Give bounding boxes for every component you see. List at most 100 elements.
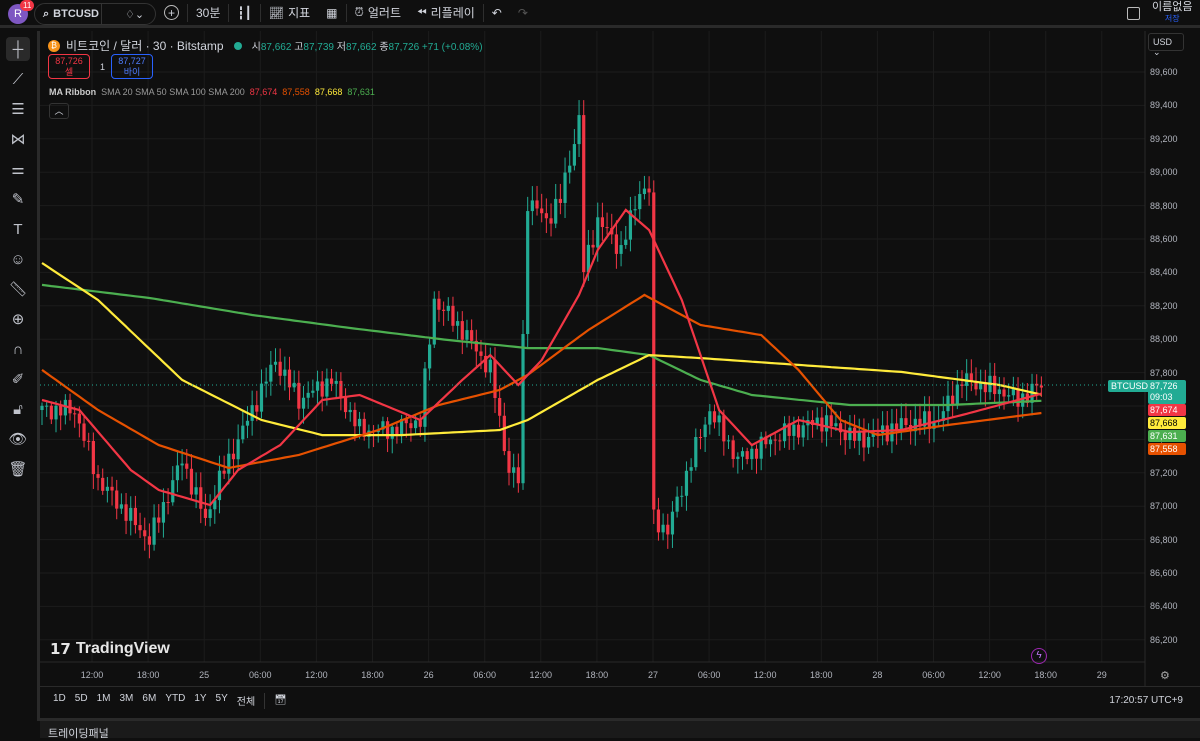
range-button[interactable]: 6M xyxy=(142,693,156,708)
close-label: 종 xyxy=(379,42,389,53)
range-button[interactable]: 3M xyxy=(120,693,134,708)
candle-body xyxy=(577,115,581,145)
candle-body xyxy=(59,405,63,416)
time-tick: 12:00 xyxy=(305,670,328,680)
candle-body xyxy=(712,411,717,423)
candle-body xyxy=(45,405,49,407)
candle-body xyxy=(311,390,315,393)
candle-body xyxy=(442,309,446,311)
candle-body xyxy=(353,409,357,427)
price-tick: 89,200 xyxy=(1150,133,1178,144)
time-tick: 12:00 xyxy=(529,670,553,680)
buy-price: 87,727 xyxy=(118,56,146,66)
ohlc-values: 시87,662 고87,739 저87,662 종87,726 +71 (+0.… xyxy=(252,38,483,53)
tradingview-watermark[interactable]: 𝟭𝟳 TradingView xyxy=(50,640,170,658)
low-value: 87,662 xyxy=(345,42,377,53)
candle-body xyxy=(451,305,455,326)
candle-body xyxy=(357,418,362,427)
buy-label: 바이 xyxy=(123,67,141,77)
time-tick: 12:00 xyxy=(80,670,104,680)
price-tick: 86,200 xyxy=(1150,634,1178,645)
candle-body xyxy=(278,361,282,376)
candle-body xyxy=(680,495,684,497)
trading-panel-tab[interactable]: 트레이딩패널 xyxy=(48,725,109,741)
candle-body xyxy=(96,474,100,478)
candle-body xyxy=(824,415,829,432)
clock[interactable]: 17:20:57 UTC+9 xyxy=(1109,695,1183,706)
range-button[interactable]: YTD xyxy=(165,693,185,708)
candle-body xyxy=(329,378,334,384)
candle-body xyxy=(740,451,745,457)
candle-body xyxy=(101,477,105,491)
candle-body xyxy=(722,415,726,442)
candle-body xyxy=(273,361,278,365)
candle-body xyxy=(138,525,142,531)
calendar-icon[interactable]: 📅︎ xyxy=(274,695,287,706)
candle-body xyxy=(498,398,502,416)
buy-button[interactable]: 87,727 바이 xyxy=(111,54,153,79)
candle-body xyxy=(185,463,189,469)
tv-logo-icon: 𝟭𝟳 xyxy=(50,641,71,658)
bitcoin-icon: ₿ xyxy=(48,39,60,52)
ma-ribbon-legend[interactable]: MA Ribbon SMA 20 SMA 50 SMA 100 SMA 200 … xyxy=(49,87,375,97)
price-tick: 87,800 xyxy=(1150,367,1178,378)
ma-params: SMA 20 SMA 50 SMA 100 SMA 200 xyxy=(101,87,245,97)
range-button[interactable]: 5D xyxy=(75,693,88,708)
candle-body xyxy=(582,115,586,273)
candle-body xyxy=(829,415,833,427)
candle-body xyxy=(670,511,675,535)
last-price-badge: 87,726 09:03 xyxy=(1148,380,1186,404)
candle-body xyxy=(437,298,441,310)
candle-body xyxy=(675,496,679,512)
price-tick: 86,800 xyxy=(1150,534,1178,545)
candle-body xyxy=(633,209,637,211)
close-value: 87,726 xyxy=(388,42,420,53)
trading-panel: 트레이딩패널 xyxy=(40,718,1200,741)
price-tick: 89,000 xyxy=(1150,167,1178,178)
candle-body xyxy=(348,409,352,413)
axis-settings-icon[interactable]: ⚙ xyxy=(1160,669,1170,682)
price-tick: 89,600 xyxy=(1150,67,1178,77)
candle-body xyxy=(390,426,394,439)
candle-body xyxy=(409,423,413,429)
candle-body xyxy=(558,198,562,203)
symbol-title[interactable]: 비트코인 / 달러 · 30 · Bitstamp xyxy=(66,37,224,54)
candle-body xyxy=(269,364,273,382)
candle-body xyxy=(512,467,516,473)
candle-body xyxy=(591,244,595,248)
time-tick: 12:00 xyxy=(978,670,1001,680)
candle-body xyxy=(745,451,749,460)
currency-value: USD xyxy=(1153,37,1173,47)
candle-body xyxy=(544,213,548,219)
candle-body xyxy=(754,448,759,459)
candle-body xyxy=(535,200,539,209)
price-chart[interactable] xyxy=(0,0,1200,686)
candle-body xyxy=(428,344,432,369)
time-tick: 26 xyxy=(423,670,434,680)
sell-price: 87,726 xyxy=(55,56,83,66)
candle-body xyxy=(255,405,259,412)
candle-body xyxy=(40,405,44,411)
lightning-icon[interactable]: ϟ xyxy=(1031,648,1047,664)
sma20-value: 87,674 xyxy=(249,87,278,97)
divider xyxy=(264,692,266,709)
candle-body xyxy=(82,423,86,441)
range-button[interactable]: 1Y xyxy=(194,693,206,708)
ma-line-sma-200 xyxy=(41,283,1042,407)
sell-button[interactable]: 87,726 셀 xyxy=(48,54,90,79)
candle-body xyxy=(866,436,871,448)
price-tick: 89,400 xyxy=(1150,100,1178,111)
change-value: +71 (+0.08%) xyxy=(421,42,483,53)
range-button[interactable]: 5Y xyxy=(216,693,228,708)
currency-select[interactable]: USD ⌄ xyxy=(1148,33,1184,57)
candle-body xyxy=(666,524,670,535)
range-button[interactable]: 1D xyxy=(53,693,66,708)
candle-body xyxy=(306,392,310,398)
range-button[interactable]: 전체 xyxy=(237,693,255,708)
candle-body xyxy=(73,413,77,415)
candle-body xyxy=(157,517,161,523)
time-tick: 25 xyxy=(199,670,210,680)
collapse-legend-button[interactable]: ︿ xyxy=(49,103,69,119)
range-button[interactable]: 1M xyxy=(97,693,111,708)
candle-body xyxy=(624,239,628,246)
